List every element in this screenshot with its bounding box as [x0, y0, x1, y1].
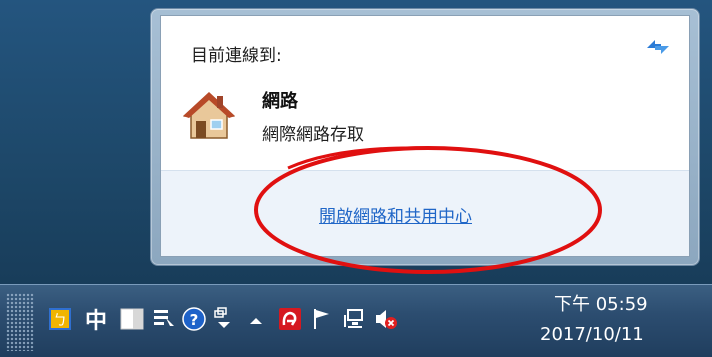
house-icon — [183, 92, 235, 139]
avira-icon[interactable] — [278, 306, 302, 332]
svg-text:ㄅ: ㄅ — [53, 313, 67, 329]
network-icon[interactable] — [342, 306, 366, 332]
svg-text:?: ? — [190, 311, 199, 329]
network-access-status: 網際網路存取 — [262, 125, 364, 145]
language-bar-icon[interactable] — [212, 306, 236, 332]
open-network-sharing-center-link[interactable]: 開啟網路和共用中心 — [319, 202, 472, 227]
network-popup: 目前連線到: 網路 網際網路存取 開啟網路和共用中心 — [160, 15, 690, 257]
help-icon[interactable]: ? — [182, 306, 206, 332]
taskbar-grip[interactable] — [6, 293, 34, 351]
taskbar: ㄅ 中 ? 下午 05:59 2017/10/11 — [0, 284, 712, 357]
refresh-icon[interactable] — [643, 34, 673, 60]
ime-chinese-indicator[interactable]: 中 — [85, 303, 107, 335]
clock-time[interactable]: 下午 05:59 — [554, 290, 648, 316]
action-center-flag-icon[interactable] — [310, 306, 334, 332]
show-hidden-icons-icon[interactable] — [244, 306, 268, 332]
keyboard-toggle-icon[interactable] — [120, 306, 144, 332]
network-name: 網路 — [262, 91, 298, 112]
clock-date[interactable]: 2017/10/11 — [540, 324, 644, 345]
ime-mode-icon[interactable]: ㄅ — [48, 306, 72, 332]
connected-to-title: 目前連線到: — [191, 46, 282, 66]
volume-muted-icon[interactable] — [374, 306, 398, 332]
ime-settings-icon[interactable] — [152, 306, 176, 332]
